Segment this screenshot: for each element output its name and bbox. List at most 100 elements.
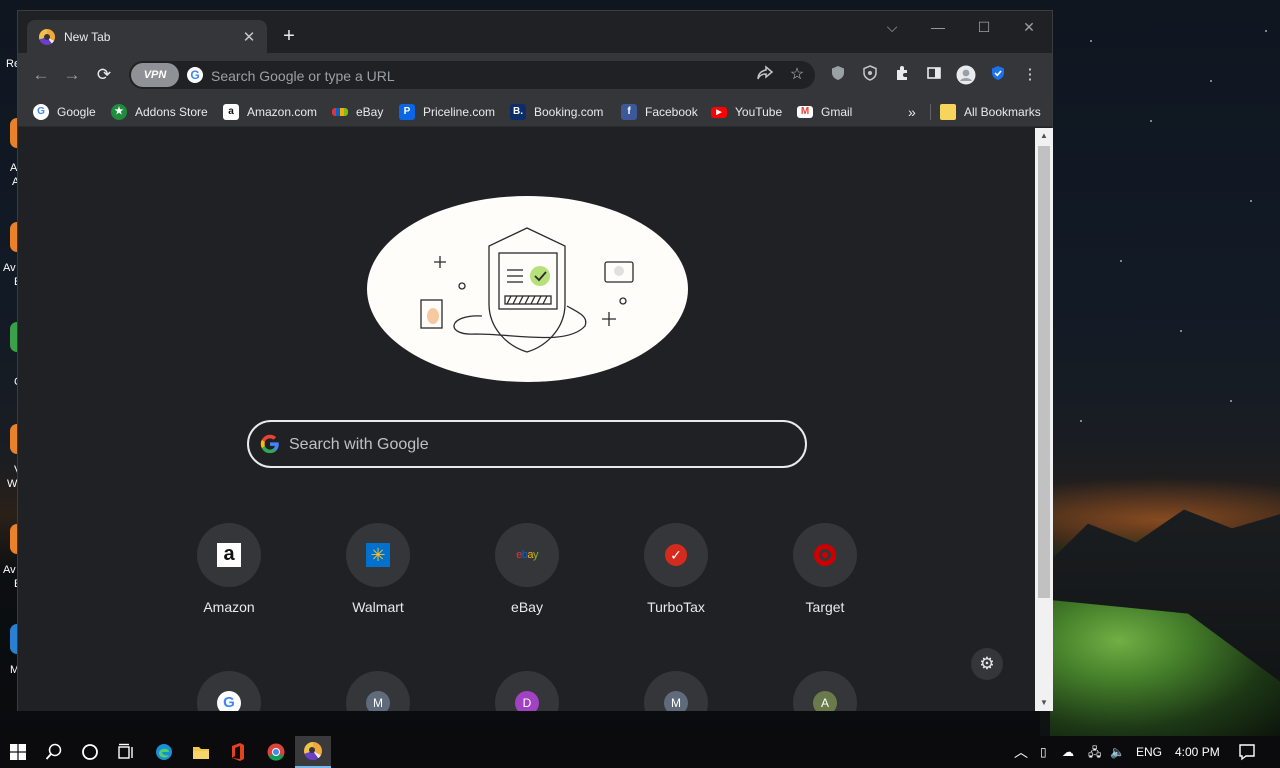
tab-title: New Tab [64, 29, 111, 44]
shortcut-turbotax[interactable]: ✓ TurboTax [620, 523, 732, 623]
chrome-app[interactable] [258, 736, 294, 768]
active-browser-app[interactable] [295, 736, 331, 768]
bookmark-label: eBay [356, 105, 384, 119]
privacy-extension-icon[interactable] [860, 65, 880, 85]
shortcut-ebay[interactable]: ebay eBay [471, 523, 583, 623]
google-icon: G [217, 691, 241, 711]
reload-button[interactable]: ⟳ [94, 65, 114, 85]
menu-kebab-icon[interactable]: ⋮ [1020, 65, 1040, 85]
bookmark-youtube[interactable]: ▶ YouTube [711, 102, 782, 122]
profile-avatar-icon[interactable] [956, 65, 976, 85]
bookmark-gmail[interactable]: M Gmail [797, 102, 852, 122]
search-button[interactable] [36, 736, 72, 768]
file-explorer-app[interactable] [183, 736, 219, 768]
task-view-icon [118, 743, 133, 759]
show-hidden-icons-button[interactable]: ︿ [1014, 736, 1028, 768]
office-app[interactable] [220, 736, 256, 768]
shortcut-d-site[interactable]: D [471, 671, 583, 711]
google-search-box[interactable]: Search with Google [247, 420, 807, 468]
bookmark-google[interactable]: G Google [33, 102, 96, 122]
browser-logo-icon [39, 28, 55, 45]
browser-logo-icon [304, 742, 322, 760]
shortcut-m-site-2[interactable]: M [620, 671, 732, 711]
device-icon[interactable]: ▯ [1040, 736, 1047, 768]
bookmark-ebay[interactable]: eBay [332, 102, 383, 122]
walmart-icon: ✳ [366, 543, 390, 567]
shield-extension-icon[interactable] [828, 65, 848, 85]
google-icon: G [187, 67, 203, 83]
new-tab-button[interactable]: + [278, 25, 300, 47]
scroll-up-icon[interactable]: ▲ [1039, 131, 1049, 140]
bookmark-facebook[interactable]: f Facebook [621, 102, 698, 122]
all-bookmarks-folder[interactable]: All Bookmarks [940, 102, 1041, 122]
bookmark-addons-store[interactable]: ★ Addons Store [111, 102, 208, 122]
onedrive-cloud-icon[interactable]: ☁ [1062, 736, 1074, 768]
shortcut-google[interactable]: G [173, 671, 285, 711]
search-placeholder: Search with Google [289, 436, 429, 453]
bookmarks-bar: G Google ★ Addons Store a Amazon.com eBa… [18, 97, 1052, 127]
site-letter-icon: D [515, 691, 539, 711]
bookmark-priceline[interactable]: P Priceline.com [399, 102, 495, 122]
cortana-icon [82, 744, 98, 760]
vpn-button[interactable]: VPN [131, 63, 179, 87]
clock[interactable]: 4:00 PM [1175, 736, 1220, 768]
bookmark-amazon[interactable]: a Amazon.com [223, 102, 317, 122]
task-view-button[interactable] [108, 736, 144, 768]
edge-app[interactable] [146, 736, 182, 768]
page-scrollbar[interactable]: ▲ ▼ [1035, 128, 1053, 711]
action-center-button[interactable] [1238, 736, 1256, 768]
tab-search-dropdown-icon[interactable]: ⌵ [882, 19, 902, 36]
bookmarks-overflow-button[interactable]: » [908, 102, 916, 122]
browser-window: New Tab ✕ + ⌵ — ☐ ✕ ← → ⟳ VPN G Search G… [17, 10, 1053, 711]
bookmark-label: Facebook [645, 105, 698, 119]
maximize-button[interactable]: ☐ [974, 19, 994, 36]
bookmark-label: Google [57, 105, 96, 119]
customize-gear-icon[interactable]: ⚙ [971, 648, 1003, 680]
bookmark-star-icon[interactable]: ☆ [787, 65, 807, 85]
bookmark-booking[interactable]: B. Booking.com [510, 102, 603, 122]
shortcut-amazon[interactable]: a Amazon [173, 523, 285, 623]
shortcut-label: Target [805, 599, 845, 615]
forward-button[interactable]: → [62, 65, 82, 85]
shortcut-label: eBay [511, 599, 543, 615]
close-window-button[interactable]: ✕ [1019, 19, 1039, 36]
scroll-down-icon[interactable]: ▼ [1039, 698, 1049, 707]
folder-icon [940, 104, 956, 120]
site-letter-icon: M [366, 691, 390, 711]
volume-muted-icon[interactable]: 🔈 [1110, 736, 1125, 768]
minimize-button[interactable]: — [928, 19, 948, 35]
cortana-button[interactable] [72, 736, 108, 768]
toolbar: ← → ⟳ VPN G Search Google or type a URL … [18, 53, 1052, 97]
omnibox[interactable]: VPN G Search Google or type a URL ☆ [129, 61, 815, 89]
share-icon[interactable] [755, 65, 775, 85]
back-button[interactable]: ← [31, 65, 51, 85]
scroll-thumb[interactable] [1038, 146, 1050, 598]
site-letter-icon: A [813, 691, 837, 711]
security-illustration [367, 196, 688, 382]
extensions-puzzle-icon[interactable] [892, 65, 912, 85]
start-button[interactable] [0, 736, 36, 768]
shortcut-m-site[interactable]: M [322, 671, 434, 711]
security-check-icon[interactable] [988, 65, 1008, 85]
bookmark-label: Amazon.com [247, 105, 318, 119]
omnibox-placeholder: Search Google or type a URL [211, 68, 395, 84]
bookmark-label: Booking.com [534, 105, 604, 119]
search-icon [45, 743, 62, 760]
windows-taskbar: ︿ ▯ ☁ 🖧 🔈 ENG 4:00 PM [0, 736, 1280, 768]
language-indicator[interactable]: ENG [1136, 736, 1162, 768]
shortcut-target[interactable]: Target [769, 523, 881, 623]
side-panel-icon[interactable] [924, 65, 944, 85]
shortcut-walmart[interactable]: ✳ Walmart [322, 523, 434, 623]
shortcut-a-site[interactable]: A [769, 671, 881, 711]
network-icon[interactable]: 🖧 [1088, 736, 1101, 768]
tab-new-tab[interactable]: New Tab ✕ [27, 20, 267, 53]
edge-icon [156, 744, 172, 760]
facebook-icon: f [621, 104, 637, 120]
new-tab-page: Search with Google a Amazon ✳ Walmart eb… [18, 128, 1035, 711]
close-tab-icon[interactable]: ✕ [241, 28, 257, 46]
bookmark-label: YouTube [735, 105, 783, 119]
bookmarks-divider [930, 104, 931, 120]
office-icon [232, 743, 244, 761]
ebay-icon: ebay [516, 549, 538, 561]
desktop-label: Av [3, 564, 16, 576]
